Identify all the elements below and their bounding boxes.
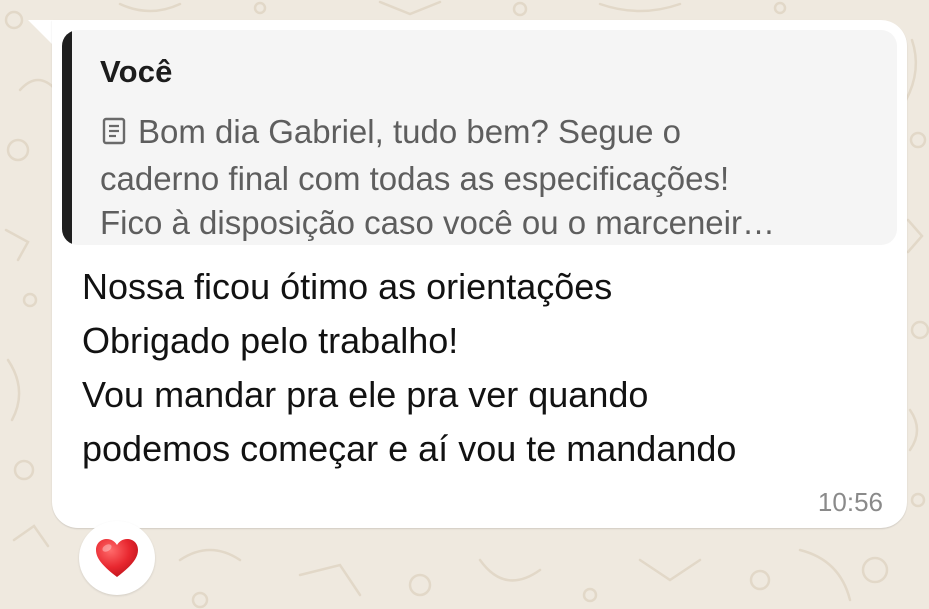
bubble-tail	[28, 20, 54, 46]
heart-icon	[96, 539, 138, 577]
quoted-text: Bom dia Gabriel, tudo bem? Segue o cader…	[100, 113, 775, 241]
message-timestamp: 10:56	[817, 487, 883, 517]
message-text: Nossa ficou ótimo as orientações Obrigad…	[82, 266, 737, 469]
quoted-author: Você	[100, 54, 173, 89]
reaction-badge[interactable]	[79, 521, 155, 595]
quoted-text-block: Bom dia Gabriel, tudo bem? Segue o cader…	[100, 110, 880, 245]
document-icon	[100, 113, 128, 157]
quote-accent-bar	[62, 30, 72, 245]
quoted-message[interactable]: Você Bom dia Gabriel, tudo bem? Segue o …	[62, 30, 897, 245]
message-bubble[interactable]: Você Bom dia Gabriel, tudo bem? Segue o …	[52, 20, 907, 528]
